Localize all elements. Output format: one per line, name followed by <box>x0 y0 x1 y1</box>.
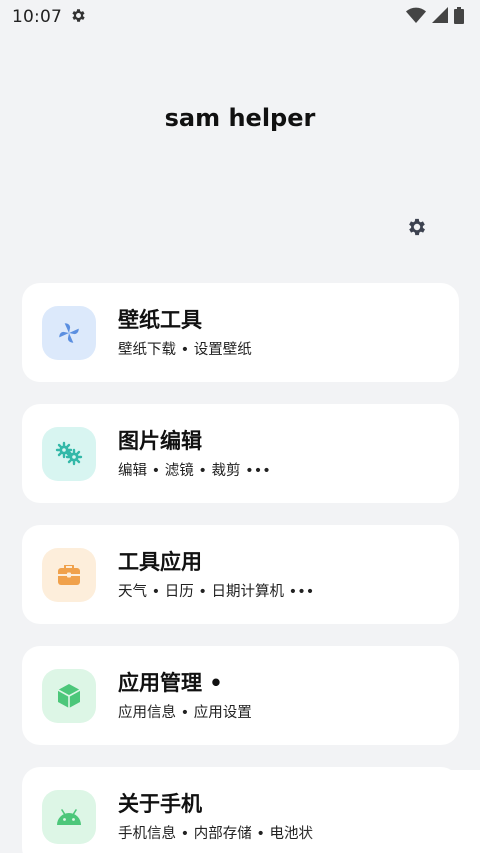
android-icon <box>42 789 96 844</box>
cellular-icon <box>432 7 448 27</box>
status-time: 10:07 <box>12 7 62 27</box>
pinwheel-icon <box>42 305 96 360</box>
gears-icon <box>42 426 96 481</box>
settings-icon <box>70 7 87 28</box>
card-subtitle: 手机信息 • 内部存储 • 电池状 <box>118 825 314 842</box>
card-image-editing[interactable]: 图片编辑 编辑 • 滤镜 • 裁剪 ••• <box>22 404 459 503</box>
app-title: sam helper <box>164 104 316 132</box>
card-subtitle: 应用信息 • 应用设置 <box>118 704 252 721</box>
status-bar: 10:07 <box>0 0 480 34</box>
gear-icon <box>406 216 428 242</box>
wifi-icon <box>406 7 426 27</box>
feature-list: 壁纸工具 壁纸下载 • 设置壁纸 图片编辑 编辑 • 滤镜 • 裁剪 ••• 工… <box>22 283 459 853</box>
card-title: 图片编辑 <box>118 428 202 453</box>
card-text: 图片编辑 编辑 • 滤镜 • 裁剪 ••• <box>118 427 271 481</box>
cube-icon <box>42 668 96 723</box>
card-app-management[interactable]: 应用管理 • 应用信息 • 应用设置 <box>22 646 459 745</box>
card-wallpaper-tools[interactable]: 壁纸工具 壁纸下载 • 设置壁纸 <box>22 283 459 382</box>
battery-icon <box>454 6 464 28</box>
card-title: 壁纸工具 <box>118 307 202 332</box>
card-title: 应用管理 • <box>118 670 223 695</box>
card-title: 工具应用 <box>118 549 202 574</box>
card-title: 关于手机 <box>118 791 202 816</box>
card-about-phone[interactable]: 关于手机 手机信息 • 内部存储 • 电池状 <box>22 767 459 853</box>
card-text: 应用管理 • 应用信息 • 应用设置 <box>118 669 252 723</box>
card-subtitle: 天气 • 日历 • 日期计算机 ••• <box>118 583 315 600</box>
toolbox-icon <box>42 547 96 602</box>
card-subtitle: 编辑 • 滤镜 • 裁剪 ••• <box>118 462 271 479</box>
card-text: 壁纸工具 壁纸下载 • 设置壁纸 <box>118 306 252 360</box>
card-text: 关于手机 手机信息 • 内部存储 • 电池状 <box>118 790 313 844</box>
status-left: 10:07 <box>12 7 87 28</box>
card-subtitle: 壁纸下载 • 设置壁纸 <box>118 341 252 358</box>
card-tool-apps[interactable]: 工具应用 天气 • 日历 • 日期计算机 ••• <box>22 525 459 624</box>
settings-button[interactable] <box>402 214 432 244</box>
status-right <box>406 6 464 28</box>
card-text: 工具应用 天气 • 日历 • 日期计算机 ••• <box>118 548 314 602</box>
